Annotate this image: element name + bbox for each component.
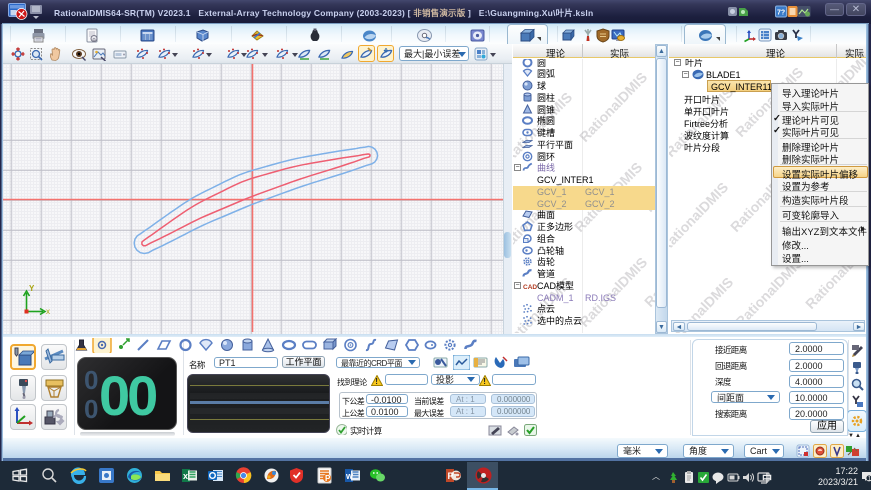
svg-text:o: o bbox=[93, 37, 96, 43]
svg-text:Y: Y bbox=[29, 284, 35, 293]
svg-text:P: P bbox=[448, 471, 454, 481]
svg-text:x: x bbox=[46, 307, 50, 316]
svg-text:7?: 7? bbox=[777, 10, 785, 17]
svg-text:P: P bbox=[325, 474, 331, 483]
svg-text:!: ! bbox=[375, 377, 378, 386]
svg-text:w: w bbox=[345, 471, 354, 481]
svg-text:x: x bbox=[183, 471, 188, 481]
svg-text:!: ! bbox=[483, 377, 486, 386]
